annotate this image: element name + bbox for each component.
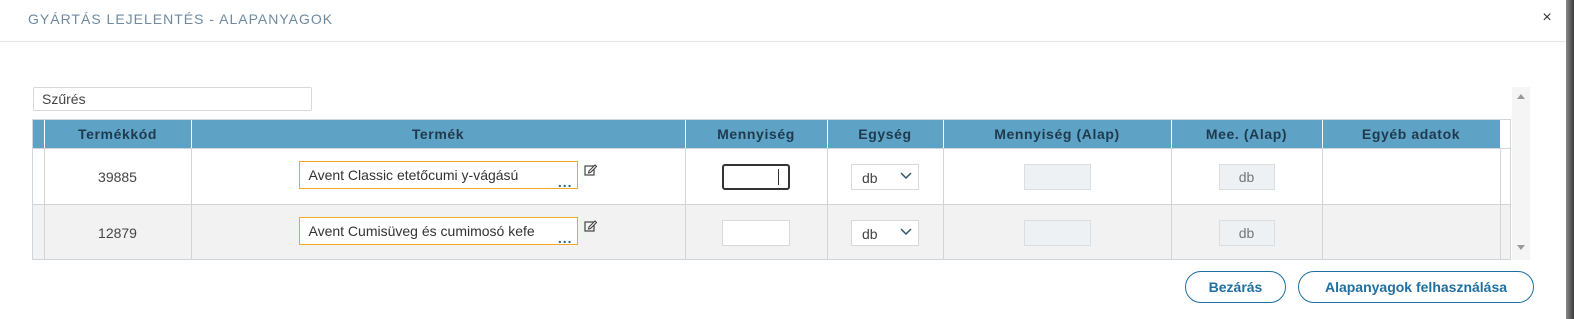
table-row: 39885 Avent Classic etetőcumi y-vágású .… [33,148,1510,205]
window-edge [1566,0,1574,319]
cell-other [1322,204,1501,259]
vertical-scrollbar[interactable] [1512,87,1530,260]
header-product[interactable]: Termék [191,120,686,149]
base-unit-field: db [1218,219,1275,246]
unit-value: db [862,169,878,186]
close-icon[interactable]: × [1538,9,1556,27]
row-spacer-right [1500,148,1510,205]
edit-icon[interactable] [583,219,598,233]
cell-unit: db [827,148,944,205]
scroll-down-icon[interactable] [1517,245,1525,250]
text-caret [778,168,779,185]
header-divider [0,41,1566,42]
unit-select[interactable]: db [851,163,919,190]
base-quantity-field [1023,219,1091,246]
table-row: 12879 Avent Cumisüveg és cumimosó kefe .… [33,204,1510,259]
base-unit-field: db [1218,163,1275,190]
product-field[interactable]: Avent Cumisüveg és cumimosó kefe ... [298,217,578,245]
scroll-up-icon[interactable] [1517,94,1525,99]
cell-base-unit: db [1171,148,1323,205]
header-base-quantity[interactable]: Mennyiség (Alap) [943,120,1172,149]
cell-code: 12879 [44,204,192,259]
quantity-input[interactable] [722,163,790,190]
dialog-title: GYÁRTÁS LEJELENTÉS - ALAPANYAGOK [28,11,334,27]
base-quantity-field [1023,163,1091,190]
cell-code: 39885 [44,148,192,205]
close-button[interactable]: Bezárás [1185,271,1286,303]
unit-value: db [862,225,878,242]
product-field[interactable]: Avent Classic etetőcumi y-vágású ... [298,161,578,189]
header-unit[interactable]: Egység [827,120,944,149]
cell-product: Avent Cumisüveg és cumimosó kefe ... [191,204,686,259]
materials-grid: Termékkód Termék Mennyiség Egység Mennyi… [32,119,1511,260]
use-materials-button[interactable]: Alapanyagok felhasználása [1298,271,1534,303]
base-unit-value: db [1238,168,1255,185]
header-quantity[interactable]: Mennyiség [685,120,828,149]
dialog: GYÁRTÁS LEJELENTÉS - ALAPANYAGOK × Termé… [0,0,1567,319]
cell-quantity [685,204,828,259]
unit-select[interactable]: db [851,219,919,246]
header-other[interactable]: Egyéb adatok [1322,120,1501,149]
row-selector[interactable] [33,148,45,205]
header-spacer-right [1500,120,1510,149]
materials-table: Termékkód Termék Mennyiség Egység Mennyi… [33,120,1510,259]
cell-product: Avent Classic etetőcumi y-vágású ... [191,148,686,205]
cell-base-quantity [943,204,1172,259]
chevron-down-icon [900,172,912,179]
base-unit-value: db [1238,224,1255,241]
row-selector[interactable] [33,204,45,259]
cell-unit: db [827,204,944,259]
cell-quantity [685,148,828,205]
quantity-input[interactable] [722,219,790,246]
header-base-unit[interactable]: Mee. (Alap) [1171,120,1323,149]
row-spacer-right [1500,204,1510,259]
chevron-down-icon [900,228,912,235]
filter-input[interactable] [33,87,312,111]
header-code[interactable]: Termékkód [44,120,192,149]
edit-icon[interactable] [583,163,598,177]
more-icon[interactable]: ... [558,231,573,244]
cell-base-quantity [943,148,1172,205]
product-name: Avent Classic etetőcumi y-vágású [308,167,519,183]
more-icon[interactable]: ... [558,175,573,188]
table-header-row: Termékkód Termék Mennyiség Egység Mennyi… [33,120,1510,149]
cell-base-unit: db [1171,204,1323,259]
header-spacer [33,120,45,149]
cell-other [1322,148,1501,205]
product-name: Avent Cumisüveg és cumimosó kefe [308,223,535,239]
